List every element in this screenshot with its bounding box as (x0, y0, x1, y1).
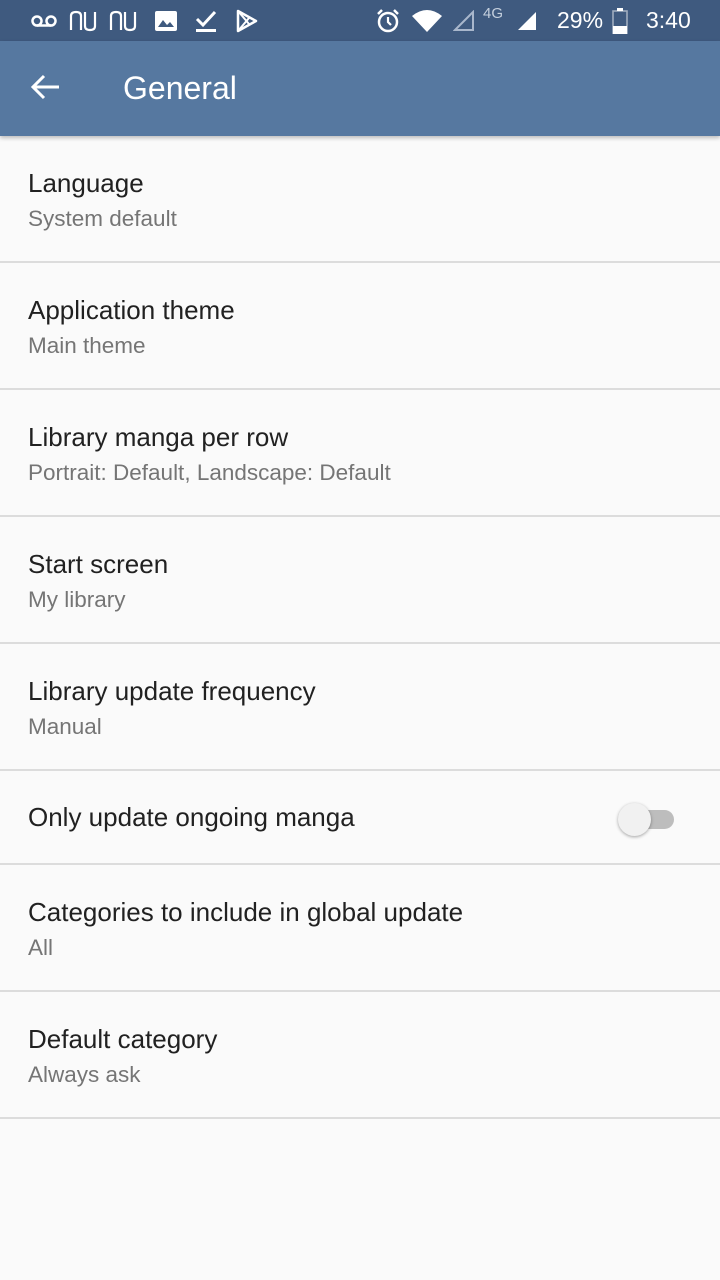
check-icon (193, 8, 219, 34)
clock: 3:40 (646, 7, 691, 33)
pref-title: Library update frequency (28, 676, 316, 706)
pref-summary: System default (28, 206, 177, 231)
battery-percent: 29% (557, 7, 604, 33)
pref-title: Categories to include in global update (28, 897, 464, 927)
nu-app-icon (108, 8, 140, 34)
nu-app-icon (68, 8, 100, 34)
pref-default-category[interactable]: Default category Always ask (0, 992, 720, 1119)
network-type-label: 4G (483, 5, 504, 22)
pref-summary: Always ask (28, 1062, 141, 1087)
pref-summary: All (28, 935, 54, 960)
alarm-icon (374, 8, 402, 34)
toggle-thumb (618, 803, 651, 836)
image-icon (153, 8, 179, 34)
pref-title: Start screen (28, 549, 169, 579)
pref-only-update-ongoing[interactable]: Only update ongoing manga (0, 771, 720, 865)
wifi-icon (410, 8, 444, 34)
page-title: General (123, 70, 237, 106)
voicemail-icon (30, 8, 58, 34)
app-bar: General (0, 41, 720, 136)
pref-title: Only update ongoing manga (28, 802, 355, 832)
pref-library-update-frequency[interactable]: Library update frequency Manual (0, 644, 720, 771)
pref-library-manga-per-row[interactable]: Library manga per row Portrait: Default,… (0, 390, 720, 517)
pref-application-theme[interactable]: Application theme Main theme (0, 263, 720, 390)
pref-language[interactable]: Language System default (0, 136, 720, 263)
pref-summary: Portrait: Default, Landscape: Default (28, 460, 391, 485)
play-store-icon (234, 8, 260, 34)
pref-title: Library manga per row (28, 422, 289, 452)
pref-start-screen[interactable]: Start screen My library (0, 517, 720, 644)
pref-summary: My library (28, 587, 126, 612)
pref-summary: Main theme (28, 333, 146, 358)
signal-empty-icon (452, 8, 476, 34)
only-update-ongoing-toggle[interactable] (618, 802, 676, 836)
status-bar: 4G 29% 3:40 (0, 0, 720, 41)
pref-categories-global-update[interactable]: Categories to include in global update A… (0, 865, 720, 992)
battery-icon (611, 8, 629, 34)
signal-icon (515, 8, 539, 34)
pref-summary: Manual (28, 714, 102, 739)
pref-title: Default category (28, 1024, 218, 1054)
pref-title: Language (28, 168, 144, 198)
back-button[interactable] (18, 61, 74, 117)
arrow-back-icon (30, 74, 61, 105)
settings-list: Language System default Application them… (0, 136, 720, 1119)
pref-title: Application theme (28, 295, 235, 325)
